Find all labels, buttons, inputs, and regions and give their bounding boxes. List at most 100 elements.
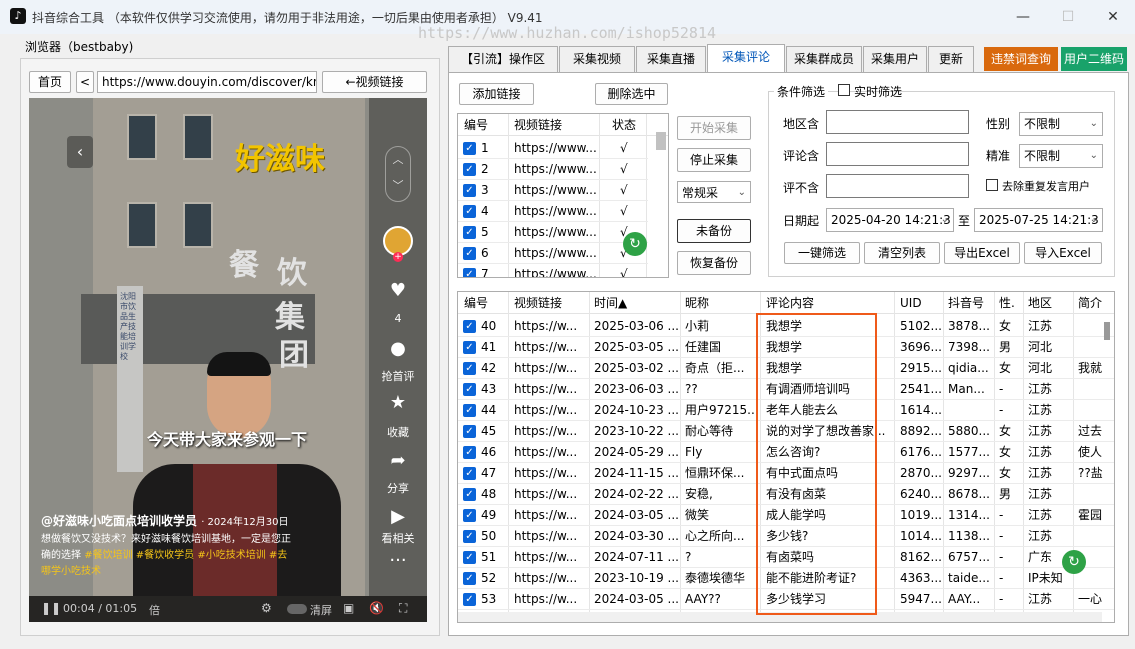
minimize-button[interactable]: —	[1011, 6, 1035, 28]
column-header[interactable]: 简介	[1078, 292, 1102, 314]
home-button[interactable]: 首页	[29, 71, 71, 93]
pause-icon[interactable]: ❚❚	[41, 601, 61, 615]
export-excel-button[interactable]: 导出Excel	[944, 242, 1020, 264]
tab-collect-comments[interactable]: 采集评论	[707, 44, 785, 72]
delete-selected-button[interactable]: 删除选中	[595, 83, 668, 105]
first-comment-label[interactable]: 抢首评	[369, 368, 427, 384]
qrcode-button[interactable]: 用户二维码	[1061, 47, 1127, 71]
link-row[interactable]: ✓ 1 https://www... √	[458, 138, 648, 159]
mute-icon[interactable]: 🔇	[369, 601, 384, 615]
more-icon[interactable]: ···	[369, 550, 427, 571]
comments-scrollbar[interactable]	[1104, 322, 1110, 340]
tab-traffic[interactable]: 【引流】操作区	[448, 46, 558, 72]
share-label[interactable]: 分享	[369, 480, 427, 496]
column-header[interactable]: 视频链接	[514, 292, 562, 314]
back-button[interactable]: <	[76, 71, 94, 93]
dedupe-checkbox[interactable]	[986, 179, 998, 191]
pip-icon[interactable]: ▣	[343, 601, 354, 615]
hashtag[interactable]: #餐饮收学员	[136, 550, 194, 561]
column-header[interactable]: 地区	[1028, 292, 1052, 314]
link-row[interactable]: ✓ 6 https://www... √	[458, 243, 648, 264]
row-checkbox[interactable]: ✓	[463, 268, 476, 277]
hashtag[interactable]: #小吃技术培训	[197, 550, 265, 561]
close-button[interactable]: ✕	[1101, 6, 1125, 28]
tab-collect-live[interactable]: 采集直播	[636, 46, 706, 72]
video-player[interactable]: 好滋味 沈阳市饮品生产技能培训学校 餐 饮 集 团 ‹ ︿ ﹀ + ♥ 4 ● 抢…	[29, 98, 427, 622]
gender-select[interactable]: 不限制 ⌄	[1019, 112, 1103, 136]
star-icon[interactable]: ★	[369, 392, 427, 413]
row-checkbox[interactable]: ✓	[463, 142, 476, 155]
tab-collect-video[interactable]: 采集视频	[559, 46, 635, 72]
video-author[interactable]: @好滋味小吃面点培训收学员 · 2024年12月30日	[41, 512, 288, 529]
row-checkbox[interactable]: ✓	[463, 446, 476, 459]
clear-list-button[interactable]: 清空列表	[864, 242, 940, 264]
link-row[interactable]: ✓ 3 https://www... √	[458, 180, 648, 201]
settings-gear-icon[interactable]: ⚙	[261, 601, 272, 615]
row-checkbox[interactable]: ✓	[463, 247, 476, 260]
tab-collect-group[interactable]: 采集群成员	[786, 46, 862, 72]
maximize-button[interactable]: ☐	[1056, 6, 1080, 28]
related-play-icon[interactable]: ▶	[369, 506, 427, 527]
column-header[interactable]: 评论内容	[766, 292, 814, 314]
column-header[interactable]: 昵称	[685, 292, 709, 314]
column-header[interactable]: 抖音号	[948, 292, 984, 314]
one-click-filter-button[interactable]: 一键筛选	[784, 242, 860, 264]
column-header[interactable]: 视频链接	[514, 114, 562, 136]
collect-mode-select[interactable]: 常规采 ⌄	[677, 181, 751, 203]
clear-toggle[interactable]	[287, 604, 307, 614]
comment-icon[interactable]: ●	[369, 338, 427, 359]
link-row[interactable]: ✓ 4 https://www... √	[458, 201, 648, 222]
related-label[interactable]: 看相关	[369, 530, 427, 546]
prev-arrow-icon[interactable]: ‹	[67, 136, 93, 168]
row-checkbox[interactable]: ✓	[463, 205, 476, 218]
row-checkbox[interactable]: ✓	[463, 467, 476, 480]
date-from-picker[interactable]: 2025-04-20 14:21:3 ⌄	[826, 208, 954, 232]
refresh-icon[interactable]: ↻	[623, 232, 647, 256]
precise-select[interactable]: 不限制 ⌄	[1019, 144, 1103, 168]
follow-plus-icon[interactable]: +	[393, 252, 403, 262]
column-header[interactable]: UID	[900, 292, 922, 314]
row-checkbox[interactable]: ✓	[463, 163, 476, 176]
heart-icon[interactable]: ♥	[369, 280, 427, 301]
row-checkbox[interactable]: ✓	[463, 383, 476, 396]
add-link-button[interactable]: 添加链接	[459, 83, 534, 105]
column-header[interactable]: 性.	[999, 292, 1015, 314]
url-input[interactable]: https://www.douyin.com/discover/knd	[97, 71, 317, 93]
link-row[interactable]: ✓ 2 https://www... √	[458, 159, 648, 180]
column-header[interactable]: 编号	[464, 114, 488, 136]
row-checkbox[interactable]: ✓	[463, 184, 476, 197]
row-checkbox[interactable]: ✓	[463, 572, 476, 585]
link-row[interactable]: ✓ 5 https://www... √	[458, 222, 648, 243]
column-header[interactable]: 时间▲	[594, 292, 627, 314]
column-header[interactable]: 状态	[612, 114, 636, 136]
video-link-button[interactable]: ←视频链接	[322, 71, 427, 93]
hashtag[interactable]: #餐饮培训	[84, 550, 132, 561]
tab-collect-users[interactable]: 采集用户	[863, 46, 927, 72]
start-collect-button[interactable]: 开始采集	[677, 116, 751, 140]
row-checkbox[interactable]: ✓	[463, 509, 476, 522]
restore-backup-button[interactable]: 恢复备份	[677, 251, 751, 275]
speed-control[interactable]: 倍	[149, 602, 160, 618]
scroll-arrows-icon[interactable]: ︿ ﹀	[385, 146, 411, 202]
refresh-icon[interactable]: ↻	[1062, 550, 1086, 574]
link-scrollbar[interactable]	[656, 132, 666, 150]
row-checkbox[interactable]: ✓	[463, 530, 476, 543]
banned-words-button[interactable]: 违禁词查询	[984, 47, 1058, 71]
region-input[interactable]	[826, 110, 969, 134]
date-to-picker[interactable]: 2025-07-25 14:21:3 ⌄	[974, 208, 1103, 232]
row-checkbox[interactable]: ✓	[463, 593, 476, 606]
import-excel-button[interactable]: 导入Excel	[1024, 242, 1102, 264]
comment-input[interactable]	[826, 142, 969, 166]
favorite-label[interactable]: 收藏	[369, 424, 427, 440]
realtime-filter-checkbox[interactable]	[838, 84, 850, 96]
tab-update[interactable]: 更新	[928, 46, 974, 72]
column-header[interactable]: 编号	[464, 292, 488, 314]
row-checkbox[interactable]: ✓	[463, 425, 476, 438]
row-checkbox[interactable]: ✓	[463, 226, 476, 239]
share-icon[interactable]: ➦	[369, 450, 427, 471]
stop-collect-button[interactable]: 停止采集	[677, 148, 751, 172]
row-checkbox[interactable]: ✓	[463, 341, 476, 354]
row-checkbox[interactable]: ✓	[463, 362, 476, 375]
backup-button[interactable]: 未备份	[677, 219, 751, 243]
row-checkbox[interactable]: ✓	[463, 320, 476, 333]
